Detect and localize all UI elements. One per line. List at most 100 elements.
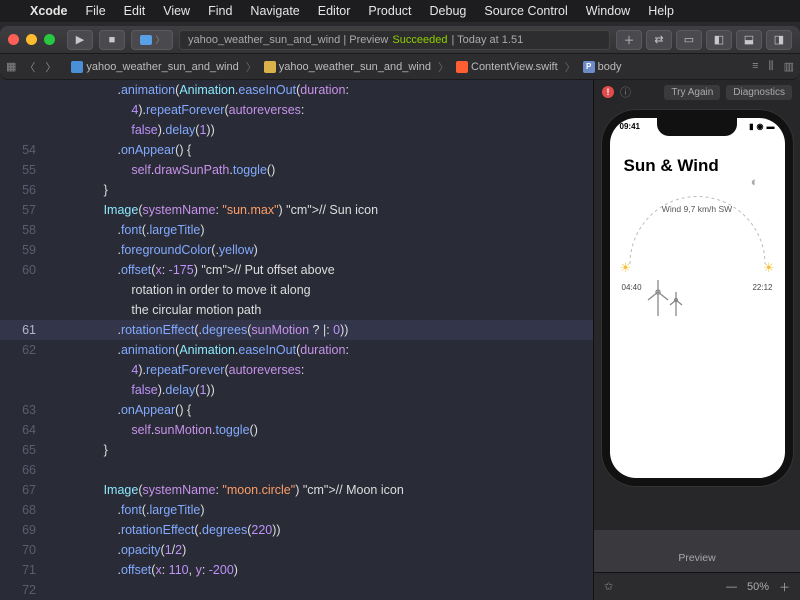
code-line[interactable]: 4).repeatForever(autoreverses: (0, 360, 593, 380)
sun-left-icon: ☀ (620, 260, 632, 276)
crumb-symbol[interactable]: Pbody (580, 61, 625, 73)
app-menu[interactable]: Xcode (30, 4, 68, 18)
line-number (0, 100, 48, 120)
canvas-footer: ✩ — 50% ＋ (594, 572, 800, 600)
code-line[interactable]: 57 Image(systemName: "sun.max") "cm">// … (0, 200, 593, 220)
code-review-button[interactable]: ▭ (676, 30, 702, 50)
crumb-file[interactable]: ContentView.swift (453, 61, 561, 73)
line-number (0, 120, 48, 140)
code-line[interactable]: 61 .rotationEffect(.degrees(sunMotion ? … (0, 320, 593, 340)
try-again-button[interactable]: Try Again (664, 85, 720, 100)
code-line[interactable]: .animation(Animation.easeInOut(duration: (0, 80, 593, 100)
line-number: 64 (0, 420, 48, 440)
sunrise-time: 04:40 (622, 283, 642, 292)
code-line[interactable]: 65 } (0, 440, 593, 460)
menu-find[interactable]: Find (208, 4, 232, 18)
menu-product[interactable]: Product (368, 4, 411, 18)
menu-navigate[interactable]: Navigate (250, 4, 299, 18)
line-number: 60 (0, 260, 48, 280)
stop-button[interactable]: ■ (99, 30, 125, 50)
code-line[interactable]: 67 Image(systemName: "moon.circle") "cm"… (0, 480, 593, 500)
activity-status[interactable]: yahoo_weather_sun_and_wind | Preview Suc… (179, 30, 610, 50)
code-line[interactable]: false).delay(1)) (0, 120, 593, 140)
code-line[interactable]: rotation in order to move it along (0, 280, 593, 300)
nav-back-button[interactable]: 〈 (20, 59, 39, 75)
line-number: 71 (0, 560, 48, 580)
nav-forward-button[interactable]: 〉 (41, 59, 60, 75)
code-line[interactable]: 72 (0, 580, 593, 600)
info-icon[interactable]: ⓘ (620, 84, 631, 100)
line-number: 68 (0, 500, 48, 520)
preview-label: Preview (594, 530, 800, 572)
window-minimize-button[interactable] (26, 34, 37, 45)
scheme-selector[interactable]: 〉 (131, 30, 173, 50)
code-line[interactable]: 68 .font(.largeTitle) (0, 500, 593, 520)
crumb-project[interactable]: yahoo_weather_sun_and_wind (68, 61, 241, 73)
device-status-bar: 09:41 ▮ ◉ ▬ (620, 122, 775, 131)
code-line[interactable]: 60 .offset(x: -175) "cm">// Put offset a… (0, 260, 593, 280)
wind-label: Wind 9,7 km/h SW (624, 204, 771, 214)
plus-button[interactable]: ＋ (616, 30, 642, 50)
zoom-in-button[interactable]: ＋ (779, 579, 790, 595)
code-line[interactable]: the circular motion path (0, 300, 593, 320)
crumb-folder[interactable]: yahoo_weather_sun_and_wind (261, 61, 434, 73)
code-line[interactable]: 56 } (0, 180, 593, 200)
adjust-editor-icon[interactable]: ⫼ (769, 60, 774, 73)
menu-window[interactable]: Window (586, 4, 630, 18)
toggle-bottom-panel-button[interactable]: ⬓ (736, 30, 762, 50)
line-number: 59 (0, 240, 48, 260)
editor-options-icon[interactable]: ≡ (752, 60, 758, 73)
diagnostics-button[interactable]: Diagnostics (726, 85, 792, 100)
wifi-icon: ◉ (757, 122, 764, 131)
pin-preview-icon[interactable]: ✩ (604, 580, 613, 593)
code-line[interactable]: false).delay(1)) (0, 380, 593, 400)
main-split: .animation(Animation.easeInOut(duration:… (0, 80, 800, 600)
preview-title: Sun & Wind (624, 156, 771, 176)
preview-canvas-pane: ! ⓘ Try Again Diagnostics 09:41 ▮ ◉ ▬ Su… (593, 80, 800, 600)
menu-editor[interactable]: Editor (318, 4, 351, 18)
code-line[interactable]: 70 .opacity(1/2) (0, 540, 593, 560)
line-number: 70 (0, 540, 48, 560)
code-line[interactable]: 58 .font(.largeTitle) (0, 220, 593, 240)
sun-right-icon: ☀ (763, 260, 775, 276)
run-button[interactable]: ▶ (67, 30, 93, 50)
code-line[interactable]: 64 self.sunMotion.toggle() (0, 420, 593, 440)
menu-help[interactable]: Help (648, 4, 674, 18)
code-line[interactable]: 69 .rotationEffect(.degrees(220)) (0, 520, 593, 540)
moon-icon: ◐ (751, 174, 759, 189)
menu-source-control[interactable]: Source Control (484, 4, 567, 18)
code-line[interactable]: 54 .onAppear() { (0, 140, 593, 160)
menu-file[interactable]: File (86, 4, 106, 18)
line-number (0, 300, 48, 320)
code-line[interactable]: 4).repeatForever(autoreverses: (0, 100, 593, 120)
code-line[interactable]: 62 .animation(Animation.easeInOut(durati… (0, 340, 593, 360)
signal-icon: ▮ (749, 122, 753, 131)
status-succeeded: Succeeded (392, 34, 447, 46)
zoom-out-button[interactable]: — (726, 581, 737, 593)
canvas-body[interactable]: 09:41 ▮ ◉ ▬ Sun & Wind ◐ ☀ (594, 104, 800, 530)
line-number: 55 (0, 160, 48, 180)
code-line[interactable]: 71 .offset(x: 110, y: -200) (0, 560, 593, 580)
code-line[interactable]: 63 .onAppear() { (0, 400, 593, 420)
window-zoom-button[interactable] (44, 34, 55, 45)
line-number: 54 (0, 140, 48, 160)
zoom-level[interactable]: 50% (747, 581, 769, 593)
error-badge-icon[interactable]: ! (602, 86, 614, 98)
source-editor[interactable]: .animation(Animation.easeInOut(duration:… (0, 80, 593, 600)
code-line[interactable]: 59 .foregroundColor(.yellow) (0, 240, 593, 260)
line-number (0, 360, 48, 380)
xcode-toolbar: ▶ ■ 〉 yahoo_weather_sun_and_wind | Previ… (0, 26, 800, 54)
menu-edit[interactable]: Edit (124, 4, 146, 18)
related-items-icon[interactable]: ▦ (6, 60, 16, 73)
line-number: 72 (0, 580, 48, 600)
code-line[interactable]: 66 (0, 460, 593, 480)
add-editor-icon[interactable]: ▥ (784, 60, 794, 73)
toggle-right-panel-button[interactable]: ◨ (766, 30, 792, 50)
toggle-left-panel-button[interactable]: ◧ (706, 30, 732, 50)
jump-bar: ▦ 〈 〉 yahoo_weather_sun_and_wind 〉 yahoo… (0, 54, 800, 80)
menu-view[interactable]: View (163, 4, 190, 18)
library-button[interactable]: ⇄ (646, 30, 672, 50)
menu-debug[interactable]: Debug (430, 4, 467, 18)
code-line[interactable]: 55 self.drawSunPath.toggle() (0, 160, 593, 180)
window-close-button[interactable] (8, 34, 19, 45)
